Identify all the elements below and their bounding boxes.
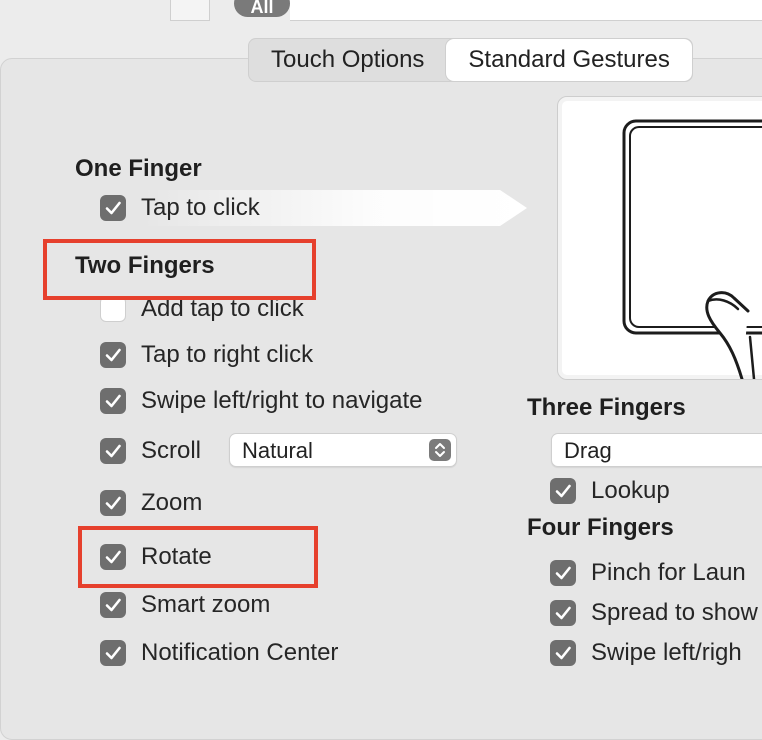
pinch-launchpad-label: Pinch for Laun: [591, 559, 746, 586]
zoom-label: Zoom: [141, 489, 203, 516]
tap-to-click-label: Tap to click: [141, 194, 260, 221]
three-fingers-header: Three Fingers: [527, 394, 686, 421]
notification-center-option[interactable]: Notification Center: [100, 639, 338, 667]
gesture-preview: [557, 96, 762, 380]
zoom-option[interactable]: Zoom: [100, 489, 202, 517]
lookup-checkbox[interactable]: [550, 478, 576, 504]
scroll-checkbox[interactable]: [100, 438, 126, 464]
spread-show-label: Spread to show: [591, 599, 758, 626]
tab-touch-options[interactable]: Touch Options: [249, 39, 446, 81]
three-finger-mode-select[interactable]: Drag: [551, 433, 762, 467]
tap-to-right-click-checkbox[interactable]: [100, 342, 126, 368]
checkmark-icon: [555, 566, 571, 580]
swipe-navigate-label: Swipe left/right to navigate: [141, 387, 423, 414]
smart-zoom-option[interactable]: Smart zoom: [100, 591, 270, 619]
zoom-checkbox[interactable]: [100, 490, 126, 516]
tab-bar: Touch Options Standard Gestures: [248, 38, 693, 82]
tab-standard-gestures[interactable]: Standard Gestures: [446, 39, 692, 81]
scroll-option[interactable]: Scroll: [100, 437, 201, 465]
swipe-four-option[interactable]: Swipe left/righ: [550, 639, 742, 667]
smart-zoom-checkbox[interactable]: [100, 592, 126, 618]
scroll-direction-select[interactable]: Natural: [229, 433, 457, 467]
three-finger-mode-value: Drag: [564, 438, 612, 463]
filter-pill-all[interactable]: All: [234, 0, 290, 17]
smart-zoom-label: Smart zoom: [141, 591, 271, 618]
checkmark-icon: [105, 646, 121, 660]
search-field[interactable]: [290, 0, 762, 21]
chevron-updown-icon: [429, 439, 451, 461]
swipe-navigate-option[interactable]: Swipe left/right to navigate: [100, 387, 423, 415]
checkmark-icon: [555, 606, 571, 620]
four-fingers-header: Four Fingers: [527, 514, 674, 541]
checkmark-icon: [105, 598, 121, 612]
tap-to-click-option[interactable]: Tap to click: [100, 194, 260, 222]
notification-center-checkbox[interactable]: [100, 640, 126, 666]
swipe-four-label: Swipe left/righ: [591, 639, 742, 666]
checkmark-icon: [105, 348, 121, 362]
checkmark-icon: [105, 394, 121, 408]
tap-to-right-click-option[interactable]: Tap to right click: [100, 341, 313, 369]
one-finger-header: One Finger: [75, 155, 202, 182]
checkmark-icon: [555, 646, 571, 660]
notification-center-label: Notification Center: [141, 639, 339, 666]
highlight-rotate: [78, 526, 318, 588]
checkmark-icon: [105, 496, 121, 510]
checkmark-icon: [555, 484, 571, 498]
spread-show-checkbox[interactable]: [550, 600, 576, 626]
tap-to-click-checkbox[interactable]: [100, 195, 126, 221]
swipe-four-checkbox[interactable]: [550, 640, 576, 666]
tap-to-right-click-label: Tap to right click: [141, 341, 314, 368]
pinch-launchpad-checkbox[interactable]: [550, 560, 576, 586]
scroll-label: Scroll: [141, 437, 202, 464]
checkmark-icon: [105, 201, 121, 215]
highlight-two-fingers: [43, 239, 316, 300]
pinch-launchpad-option[interactable]: Pinch for Laun: [550, 559, 746, 587]
lookup-label: Lookup: [591, 477, 670, 504]
spread-show-option[interactable]: Spread to show: [550, 599, 758, 627]
scroll-direction-value: Natural: [242, 438, 313, 463]
trackpad-hand-icon: [622, 119, 762, 379]
sidebar-toggle[interactable]: [170, 0, 210, 21]
lookup-option[interactable]: Lookup: [550, 477, 670, 505]
swipe-navigate-checkbox[interactable]: [100, 388, 126, 414]
checkmark-icon: [105, 444, 121, 458]
